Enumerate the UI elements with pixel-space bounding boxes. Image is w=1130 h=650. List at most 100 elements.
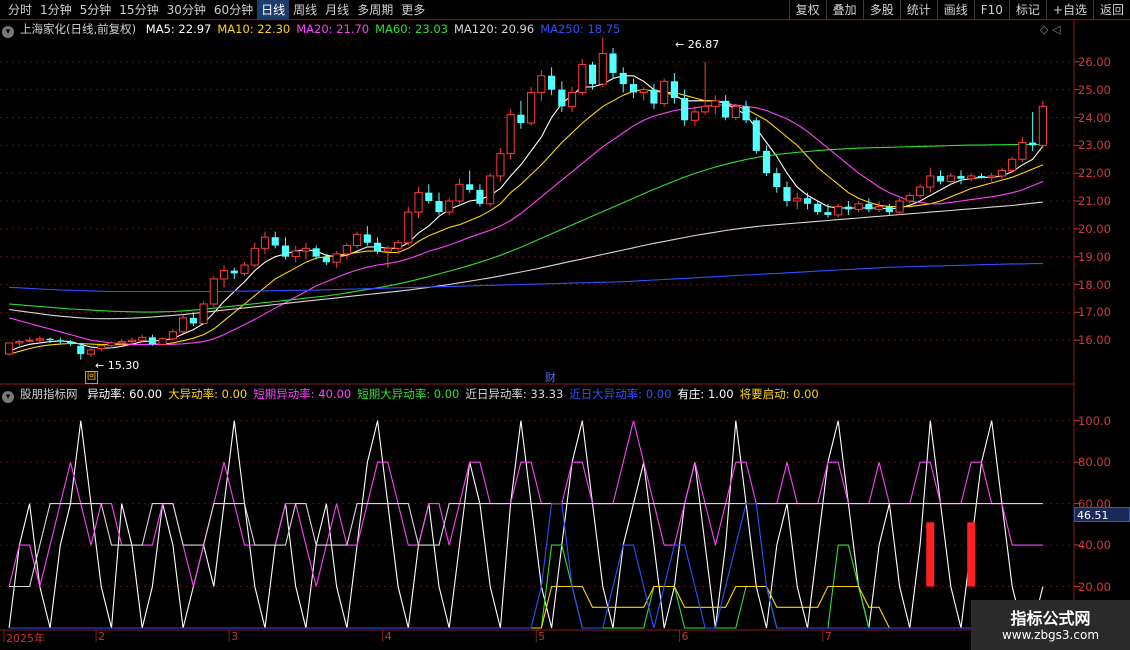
candle [15,340,24,346]
period-tab[interactable]: 日线 [257,0,290,20]
candle [219,265,229,288]
candle [629,78,638,99]
low-price-label: ← 15.30 [95,359,140,372]
signal-bar [967,522,976,587]
indicator-line [9,503,1043,588]
candle [1018,136,1027,163]
toolbar-button[interactable]: 返回 [1092,0,1130,20]
candle-body [374,242,382,252]
indicator-legend-item: 有庄: 1.00 [677,387,734,401]
toolbar-button[interactable]: 标记 [1008,0,1046,20]
indicator-legend-item: 短期异动率: 40.00 [253,387,352,401]
date-label: 2 [98,630,106,643]
period-tab[interactable]: 30分钟 [163,0,210,20]
toolbar-button[interactable]: +自选 [1045,0,1093,20]
candle [1029,111,1037,151]
candle [619,67,627,93]
candle-body [752,120,760,151]
chart-grid [0,20,1130,642]
candle-body [77,345,85,355]
candle-body [260,236,270,249]
candle-body [15,341,24,344]
candle [97,344,106,352]
candle-body [742,106,750,121]
candle [189,312,197,327]
candle-body [588,64,597,85]
ma-legend-item: MA120: 20.96 [453,22,535,36]
period-tab[interactable]: 周线 [289,0,321,20]
back-tag[interactable]: 回 [85,371,98,384]
candle-body [148,337,156,345]
candle [363,226,371,246]
indicator-line [8,420,1044,629]
period-tab[interactable]: 1分钟 [36,0,76,20]
candle-body [895,200,904,213]
candle [291,245,300,263]
period-tab[interactable]: 多周期 [353,0,397,20]
indicator-tick-label: 100.0 [1078,413,1111,428]
candle-body [404,211,413,244]
price-tick-label: 24.00 [1078,110,1111,125]
candle [517,100,525,129]
period-tab[interactable]: 更多 [397,0,429,20]
toolbar-button[interactable]: F10 [973,0,1009,20]
candle-body [598,52,607,85]
ma-line-ma20 [8,104,1044,346]
ma-legend-item: MA20: 21.70 [296,22,370,36]
candle-body [506,114,515,155]
candle-body [660,80,669,105]
period-tab[interactable]: 分时 [4,0,36,20]
candle-body [578,64,587,93]
candle-body [291,250,300,258]
candle [690,106,699,126]
toolbar-button[interactable]: 多股 [862,0,900,20]
candle [578,59,587,96]
panel-corner-icons[interactable]: ◇ ◁ [1040,23,1060,36]
candle-body [425,192,433,201]
candle [271,231,279,249]
candle-body [455,183,464,202]
candle-body [66,341,75,343]
candle-body [681,98,689,121]
candle [731,103,740,121]
collapse-icon[interactable]: ▾ [2,391,14,403]
candle-body [301,247,311,252]
candle [773,167,781,193]
candle-body [905,194,914,202]
stock-chart[interactable] [0,20,1130,650]
finance-tag[interactable]: 财 [545,369,556,385]
candle [936,170,945,185]
candle-body [619,72,627,85]
ma-legend-item: MA5: 22.97 [145,22,212,36]
candle-body [5,342,14,355]
candle-body [987,175,996,178]
top-toolbar: 分时 1分钟 5分钟 15分钟 30分钟 60分钟 日线 周线 月线 多周期 更多 复权 叠加 多股 统计… [0,0,1130,20]
ma-line-ma250 [9,263,1043,293]
candle-body [199,303,208,324]
toolbar-button[interactable]: 画线 [936,0,974,20]
period-tab[interactable]: 15分钟 [115,0,162,20]
indicator-title: 股朋指标网 [20,387,78,401]
candle-body [476,189,484,204]
collapse-icon[interactable]: ▾ [2,26,14,38]
period-tab[interactable]: 5分钟 [76,0,116,20]
candle-body [383,247,392,252]
period-tab[interactable]: 月线 [321,0,353,20]
toolbar-button[interactable]: 叠加 [825,0,863,20]
candle [946,173,955,185]
period-tabs: 分时 1分钟 5分钟 15分钟 30分钟 60分钟 日线 周线 月线 多周期 更多 [4,0,429,20]
indicator-legend: 异动率: 60.00 大异动率: 0.00 短期异动率: 40.00 短期大异动率: … [87,387,825,401]
candle-body [967,175,976,180]
candle-body [957,175,965,179]
date-label: 4 [384,630,392,643]
candle [506,109,515,160]
candle-body [854,203,863,210]
period-tab[interactable]: 60分钟 [210,0,257,20]
indicator-tick-label: 20.00 [1078,579,1111,594]
watermark-url: www.zbgs3.com [1001,628,1100,642]
indicator-panel-header: ▾ 股朋指标网 异动率: 60.00 大异动率: 0.00 短期异动率: 40.00 短… [2,386,831,403]
candle [762,145,771,176]
ma-line-ma10 [8,89,1044,355]
toolbar-button[interactable]: 统计 [899,0,937,20]
toolbar-button[interactable]: 复权 [788,0,826,20]
